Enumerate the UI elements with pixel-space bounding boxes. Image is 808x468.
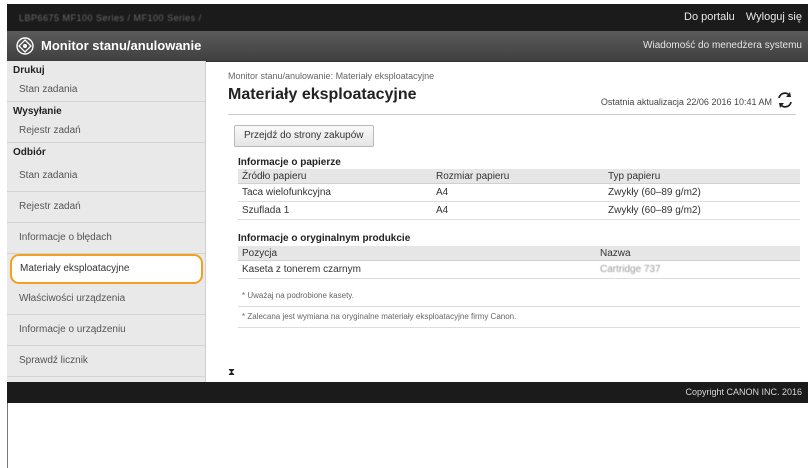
sidebar-group-receive: Odbiór <box>13 147 46 158</box>
sidebar-item-error-info[interactable]: Informacje o błędach <box>7 223 205 254</box>
table-header-row: Pozycja Nazwa <box>238 246 800 261</box>
table-header-row: Źródło papieru Rozmiar papieru Typ papie… <box>238 169 800 184</box>
purchase-page-button[interactable]: Przejdź do strony zakupów <box>234 125 374 147</box>
sidebar-item-device-features[interactable]: Właściwości urządzenia <box>7 284 205 315</box>
column-header: Rozmiar papieru <box>432 169 604 184</box>
sidebar-item-receive-job-log[interactable]: Rejestr zadań <box>7 192 205 223</box>
main-content: Monitor stanu/anulowanie: Materiały eksp… <box>218 61 802 382</box>
sidebar-group-send: Wysyłanie <box>13 106 62 117</box>
last-update-text: Ostatnia aktualizacja 22/06 2016 10:41 A… <box>600 97 772 107</box>
device-name: LBP6675 MF100 Series / MF100 Series / <box>19 13 202 23</box>
paper-size-cell: A4 <box>432 201 604 220</box>
paper-info-heading: Informacje o papierze <box>238 157 341 168</box>
note-divider <box>238 327 800 328</box>
sidebar: Drukuj Stan zadania Wysyłanie Rejestr za… <box>7 61 206 382</box>
column-header: Źródło papieru <box>238 169 432 184</box>
column-header: Nazwa <box>596 246 800 261</box>
counterfeit-note: * Uważaj na podrobione kasety. <box>242 291 354 300</box>
product-name-cell: Cartridge 737 <box>596 260 800 279</box>
page-title: Materiały eksploatacyjne <box>228 86 417 103</box>
copyright-text: Copyright CANON INC. 2016 <box>685 387 802 397</box>
paper-source-cell: Szuflada 1 <box>238 201 432 220</box>
monitor-logo-icon <box>16 37 34 55</box>
column-header: Pozycja <box>238 246 596 261</box>
genuine-supplies-note: * Zalecana jest wymiana na oryginalne ma… <box>242 312 517 321</box>
paper-type-cell: Zwykły (60–89 g/m2) <box>604 201 800 220</box>
paper-size-cell: A4 <box>432 183 604 202</box>
original-product-table: Pozycja Nazwa Kaseta z tonerem czarnym C… <box>238 246 800 279</box>
refresh-icon[interactable] <box>776 91 794 109</box>
app-header: Monitor stanu/anulowanie Wiadomość do me… <box>7 31 808 62</box>
paper-info-table: Źródło papieru Rozmiar papieru Typ papie… <box>238 169 800 220</box>
item-cell: Kaseta z tonerem czarnym <box>238 260 596 279</box>
blank-area <box>7 403 808 468</box>
scroll-top-icon[interactable]: ⧗ <box>228 367 235 378</box>
sidebar-item-send-job-log[interactable]: Rejestr zadań <box>7 120 205 143</box>
portal-link[interactable]: Do portalu <box>684 11 735 23</box>
column-header: Typ papieru <box>604 169 800 184</box>
original-product-heading: Informacje o oryginalnym produkcie <box>238 233 411 244</box>
title-divider <box>228 114 796 115</box>
sidebar-item-check-counter[interactable]: Sprawdź licznik <box>7 346 205 377</box>
top-links: Do portalu Wyloguj się <box>676 11 802 23</box>
message-to-admin-link[interactable]: Wiadomość do menedżera systemu <box>643 40 802 51</box>
note-divider <box>238 306 800 307</box>
top-bar: LBP6675 MF100 Series / MF100 Series / Do… <box>7 4 808 31</box>
logout-link[interactable]: Wyloguj się <box>746 11 802 23</box>
footer-bar: Copyright CANON INC. 2016 <box>7 382 808 403</box>
table-row: Kaseta z tonerem czarnym Cartridge 737 <box>238 260 800 279</box>
sidebar-item-consumables[interactable]: Materiały eksploatacyjne <box>10 254 203 284</box>
app-title: Monitor stanu/anulowanie <box>41 38 202 53</box>
sidebar-item-receive-job-status[interactable]: Stan zadania <box>7 161 205 192</box>
table-row: Taca wielofunkcyjna A4 Zwykły (60–89 g/m… <box>238 183 800 202</box>
sidebar-item-print-job-status[interactable]: Stan zadania <box>7 79 205 102</box>
sidebar-group-print: Drukuj <box>13 65 45 76</box>
sidebar-item-device-info[interactable]: Informacje o urządzeniu <box>7 315 205 346</box>
table-row: Szuflada 1 A4 Zwykły (60–89 g/m2) <box>238 201 800 220</box>
breadcrumb: Monitor stanu/anulowanie: Materiały eksp… <box>228 71 435 81</box>
paper-source-cell: Taca wielofunkcyjna <box>238 183 432 202</box>
paper-type-cell: Zwykły (60–89 g/m2) <box>604 183 800 202</box>
